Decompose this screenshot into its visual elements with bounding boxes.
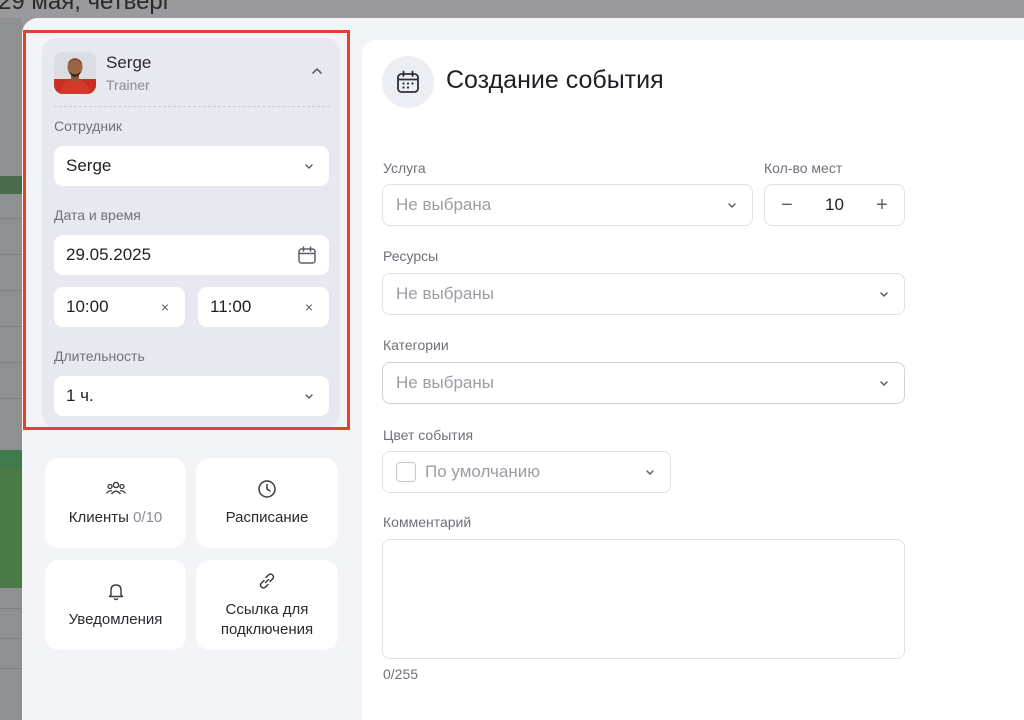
avatar-image (54, 52, 96, 94)
clear-end-time-icon[interactable]: × (305, 299, 313, 315)
employee-role: Trainer (106, 77, 150, 93)
color-label: Цвет события (383, 427, 474, 443)
chevron-down-icon (646, 470, 654, 475)
event-create-modal: Serge Trainer Сотрудник Serge Дата и вре… (22, 18, 1024, 720)
categories-select[interactable]: Не выбраны (382, 362, 905, 404)
page-title: Создание события (446, 66, 664, 94)
date-input-value: 29.05.2025 (66, 245, 152, 264)
employee-card (42, 38, 340, 428)
service-label: Услуга (383, 160, 426, 176)
calendar-event-block (0, 468, 22, 588)
header-icon-container (382, 56, 434, 108)
grid-line (0, 326, 22, 327)
chevron-up-icon[interactable] (310, 64, 324, 78)
comment-textarea[interactable] (382, 539, 905, 659)
left-column: Serge Trainer Сотрудник Serge Дата и вре… (22, 18, 362, 720)
chevron-down-icon (728, 203, 736, 208)
start-time-input[interactable]: 10:00 × (54, 287, 185, 327)
calendar-icon (397, 70, 419, 93)
avatar (54, 52, 96, 94)
end-time-input[interactable]: 11:00 × (198, 287, 329, 327)
card-divider (54, 106, 330, 107)
link-icon (259, 573, 275, 589)
decrement-button[interactable]: − (779, 194, 795, 217)
increment-button[interactable]: + (874, 194, 890, 217)
duration-select-value: 1 ч. (66, 386, 94, 405)
calendar-icon[interactable] (297, 245, 317, 265)
color-value: По умолчанию (425, 462, 540, 481)
grid-line (0, 608, 22, 609)
clients-tile-text: Клиенты 0/10 (69, 508, 163, 528)
resources-select[interactable]: Не выбраны (382, 273, 905, 315)
duration-field-label: Длительность (54, 348, 145, 364)
grid-line (0, 362, 22, 363)
clients-count: 0/10 (133, 509, 163, 526)
schedule-tile-label: Расписание (225, 509, 309, 526)
employee-select[interactable]: Serge (54, 146, 329, 186)
grid-line (0, 638, 22, 639)
service-select[interactable]: Не выбрана (382, 184, 753, 226)
calendar-event-block (0, 450, 22, 468)
calendar-background-strip (0, 18, 22, 720)
color-swatch (396, 462, 416, 482)
chevron-down-icon (305, 164, 313, 169)
comment-label: Комментарий (383, 514, 472, 530)
grid-line (0, 218, 22, 219)
duration-select[interactable]: 1 ч. (54, 376, 329, 416)
datetime-field-label: Дата и время (54, 207, 141, 223)
seats-label: Кол-во мест (764, 160, 843, 176)
seats-stepper[interactable]: − 10 + (764, 184, 905, 226)
employee-field-label: Сотрудник (54, 118, 123, 134)
connection-link-tile[interactable]: Ссылка для подключения (196, 560, 338, 650)
categories-placeholder: Не выбраны (396, 373, 494, 392)
resources-label: Ресурсы (383, 248, 439, 264)
employee-name: Serge (106, 53, 152, 72)
seats-value[interactable]: 10 (825, 195, 844, 215)
users-icon (105, 481, 126, 495)
clock-icon (258, 480, 276, 498)
link-tile-text: Ссылка для подключения (221, 600, 313, 640)
categories-label: Категории (383, 337, 449, 353)
date-input[interactable]: 29.05.2025 (54, 235, 329, 275)
bell-icon (108, 584, 123, 601)
employee-select-value: Serge (66, 156, 112, 175)
clients-tile[interactable]: Клиенты 0/10 (45, 458, 186, 548)
link-tile-label-line2: подключения (220, 621, 314, 638)
grid-line (0, 254, 22, 255)
chevron-down-icon (305, 394, 313, 399)
link-tile-label-line1: Ссылка для (225, 601, 309, 618)
clients-tile-label: Клиенты (68, 509, 129, 526)
grid-line (0, 398, 22, 399)
calendar-event-block (0, 176, 22, 194)
grid-line (0, 668, 22, 669)
notifications-tile[interactable]: Уведомления (45, 560, 186, 650)
color-select[interactable]: По умолчанию (382, 451, 671, 493)
chevron-down-icon (880, 381, 888, 386)
schedule-tile[interactable]: Расписание (196, 458, 338, 548)
calendar-date-heading: 29 мая, четверг (0, 0, 1024, 18)
resources-placeholder: Не выбраны (396, 284, 494, 303)
clear-start-time-icon[interactable]: × (161, 299, 169, 315)
notifications-tile-label: Уведомления (68, 611, 163, 628)
chevron-down-icon (880, 292, 888, 297)
service-placeholder: Не выбрана (396, 195, 492, 214)
grid-line (0, 290, 22, 291)
comment-counter: 0/255 (383, 666, 419, 682)
date-heading-text: 29 мая, четверг (0, 0, 172, 15)
event-form-panel: Создание события Услуга Не выбрана Кол-в… (362, 40, 1024, 720)
